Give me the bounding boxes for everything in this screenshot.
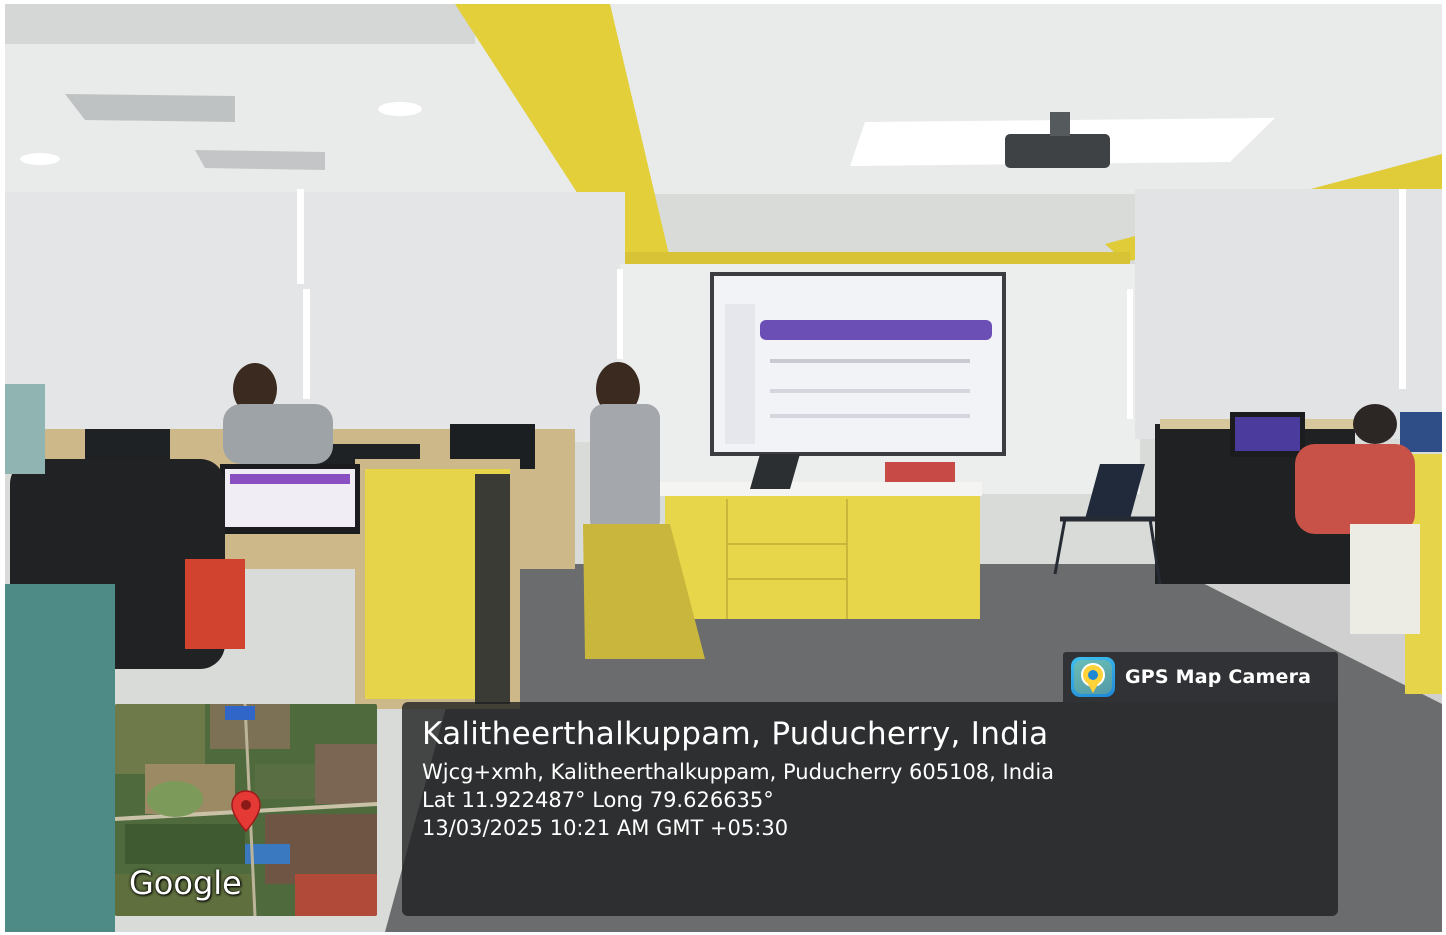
geotag-info-panel: Kalitheerthalkuppam, Puducherry, India W… bbox=[402, 702, 1338, 916]
location-pin-icon bbox=[231, 790, 261, 832]
coordinates-line: Lat 11.922487° Long 79.626635° bbox=[422, 788, 774, 812]
google-map-logo: Google bbox=[129, 864, 242, 902]
datetime-line: 13/03/2025 10:21 AM GMT +05:30 bbox=[422, 816, 789, 840]
gps-camera-badge: GPS Map Camera bbox=[1063, 652, 1338, 702]
location-mini-map: Google bbox=[115, 704, 377, 916]
map-pin-camera-icon bbox=[1071, 657, 1115, 697]
place-title: Kalitheerthalkuppam, Puducherry, India bbox=[422, 716, 1049, 752]
app-name-label: GPS Map Camera bbox=[1125, 666, 1312, 688]
address-line: Wjcg+xmh, Kalitheerthalkuppam, Puducherr… bbox=[422, 760, 1055, 784]
